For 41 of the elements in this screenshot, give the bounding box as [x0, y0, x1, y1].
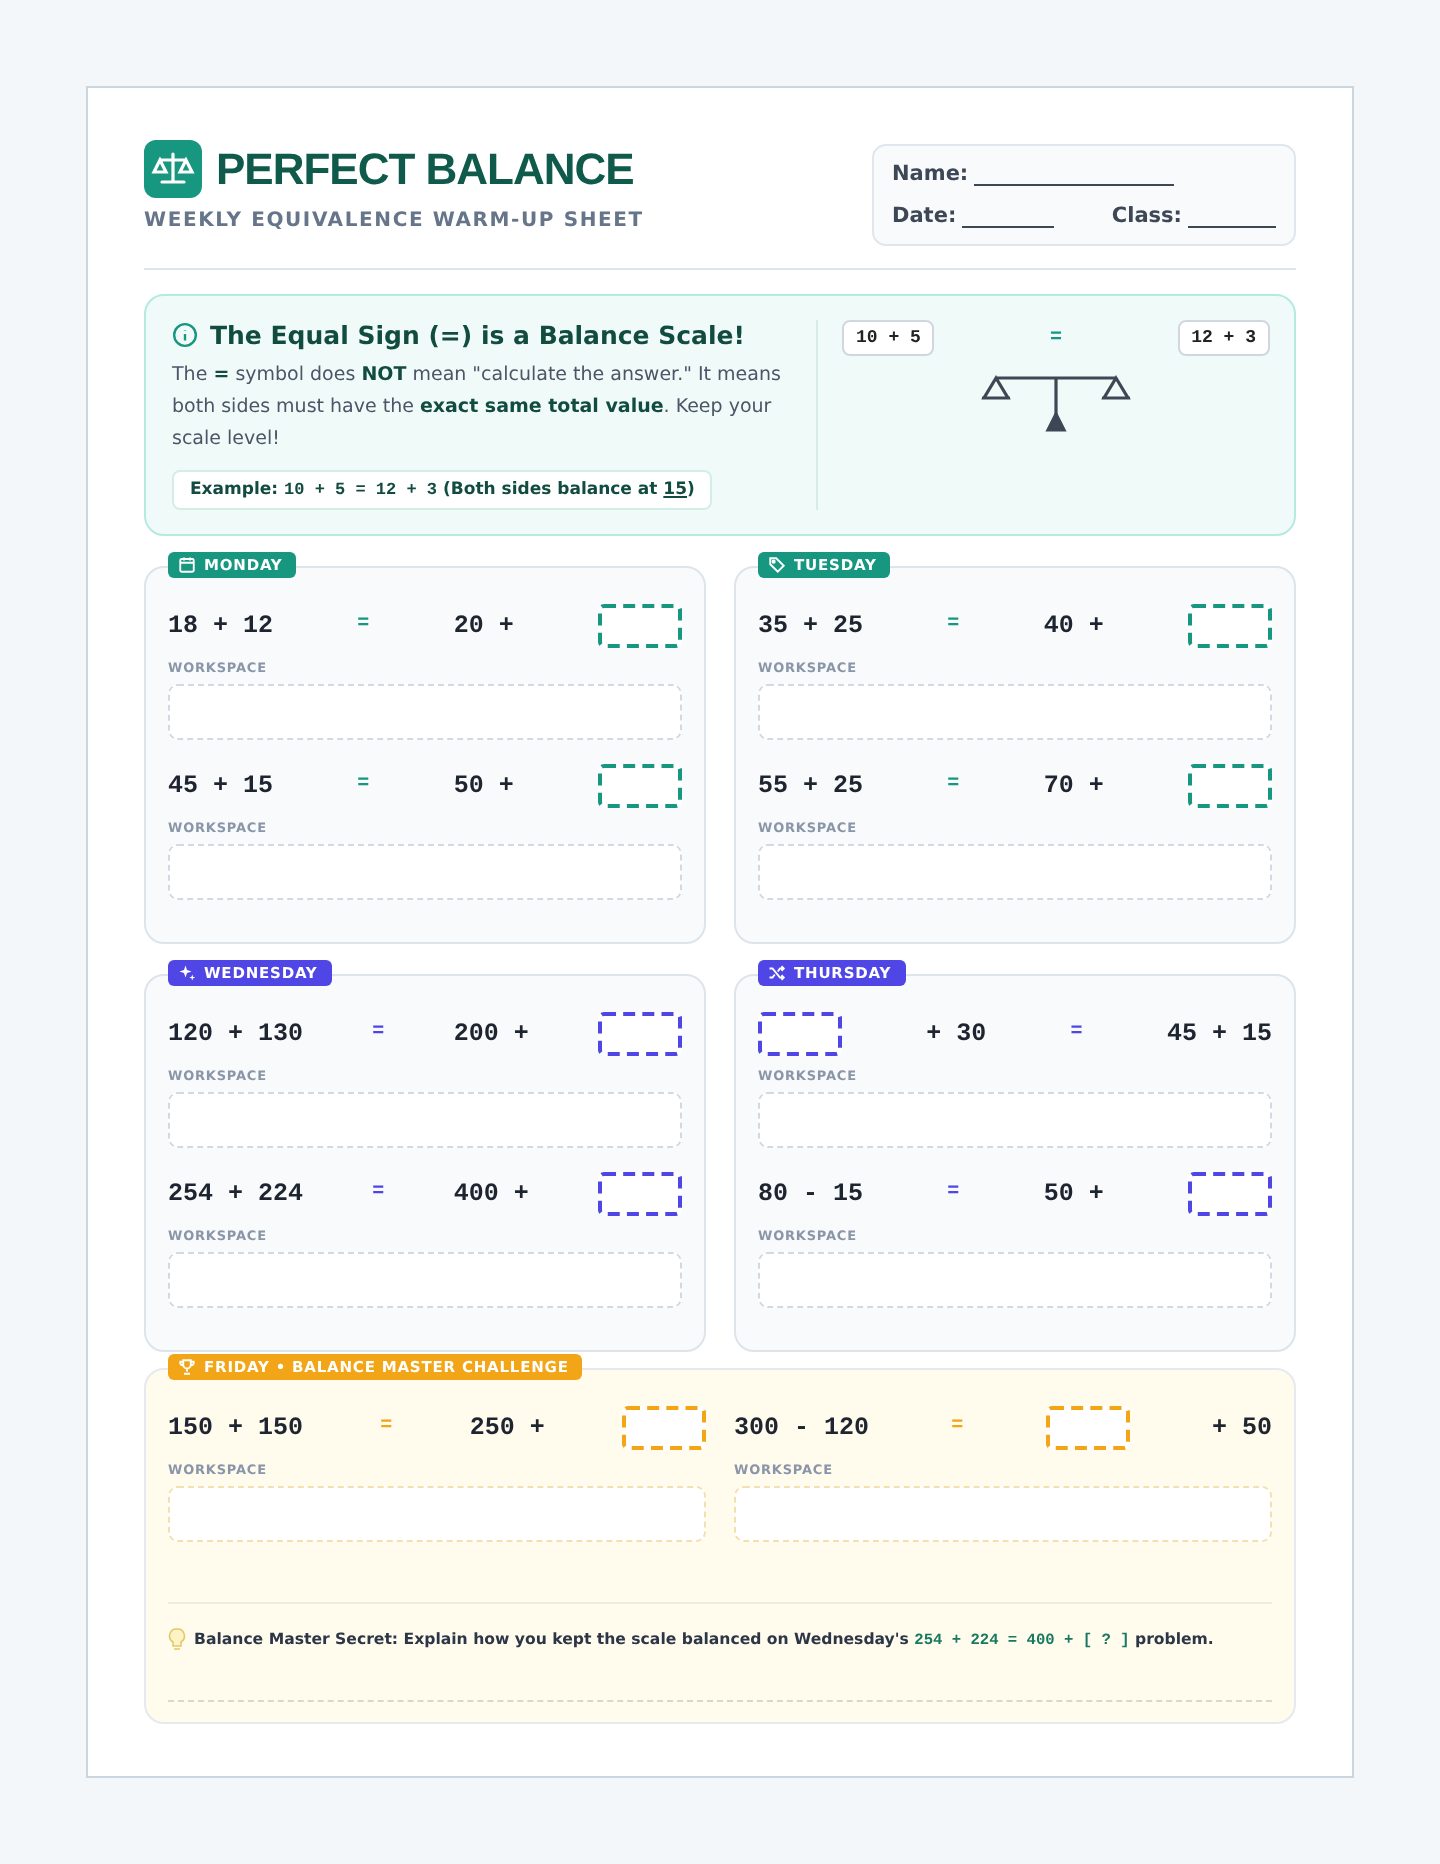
info-text: The = symbol does NOT mean "calculate the answer." It means both sides must have the exact same total value. Keep your scale level!	[172, 362, 783, 454]
example-text: Example: 10 + 5 = 12 + 3 (Both sides balance at 15)	[172, 470, 713, 510]
expression: + 50	[1211, 1413, 1272, 1441]
sheet-title: PERFECT BALANCE	[216, 143, 634, 195]
equals-sign: =	[357, 774, 370, 796]
expression: 50 +	[453, 771, 514, 799]
equals-sign: =	[947, 774, 960, 796]
equals-sign: =	[1070, 1022, 1083, 1044]
expression: 45 + 15	[168, 771, 274, 799]
expression: 120 + 130	[168, 1019, 304, 1047]
expression: 254 + 224	[168, 1179, 304, 1207]
expression: 50 +	[1043, 1179, 1104, 1207]
equals-sign: =	[380, 1416, 393, 1438]
expression: 300 - 120	[734, 1413, 870, 1441]
expression: 80 - 15	[758, 1179, 864, 1207]
expression: 40 +	[1043, 611, 1104, 639]
field-label: Date:	[892, 204, 957, 228]
equals-sign: =	[947, 1182, 960, 1204]
expression: 18 + 12	[168, 611, 274, 639]
equals-sign: =	[947, 614, 960, 636]
info-title: The Equal Sign (=) is a Balance Scale!	[210, 320, 745, 350]
equals-sign: =	[357, 614, 370, 636]
expression: 250 +	[469, 1413, 545, 1441]
equals-sign: =	[1049, 327, 1062, 349]
expression: 55 + 25	[758, 771, 864, 799]
sheet-subtitle: WEEKLY EQUIVALENCE WARM-UP SHEET	[144, 210, 644, 232]
field-label: Name:	[892, 162, 969, 186]
expression: 45 + 15	[1166, 1019, 1272, 1047]
expression: + 30	[926, 1019, 987, 1047]
expression: 400 +	[453, 1179, 529, 1207]
expression: 200 +	[453, 1019, 529, 1047]
expression: 20 +	[453, 611, 514, 639]
equals-sign: =	[951, 1416, 964, 1438]
expression-chip: 12 + 3	[1177, 320, 1270, 356]
expression: 70 +	[1043, 771, 1104, 799]
expression: 150 + 150	[168, 1413, 304, 1441]
expression-chip: 10 + 5	[842, 320, 935, 356]
field-label: Class:	[1111, 204, 1182, 228]
equals-sign: =	[372, 1022, 385, 1044]
expression: 35 + 25	[758, 611, 864, 639]
equals-sign: =	[372, 1182, 385, 1204]
